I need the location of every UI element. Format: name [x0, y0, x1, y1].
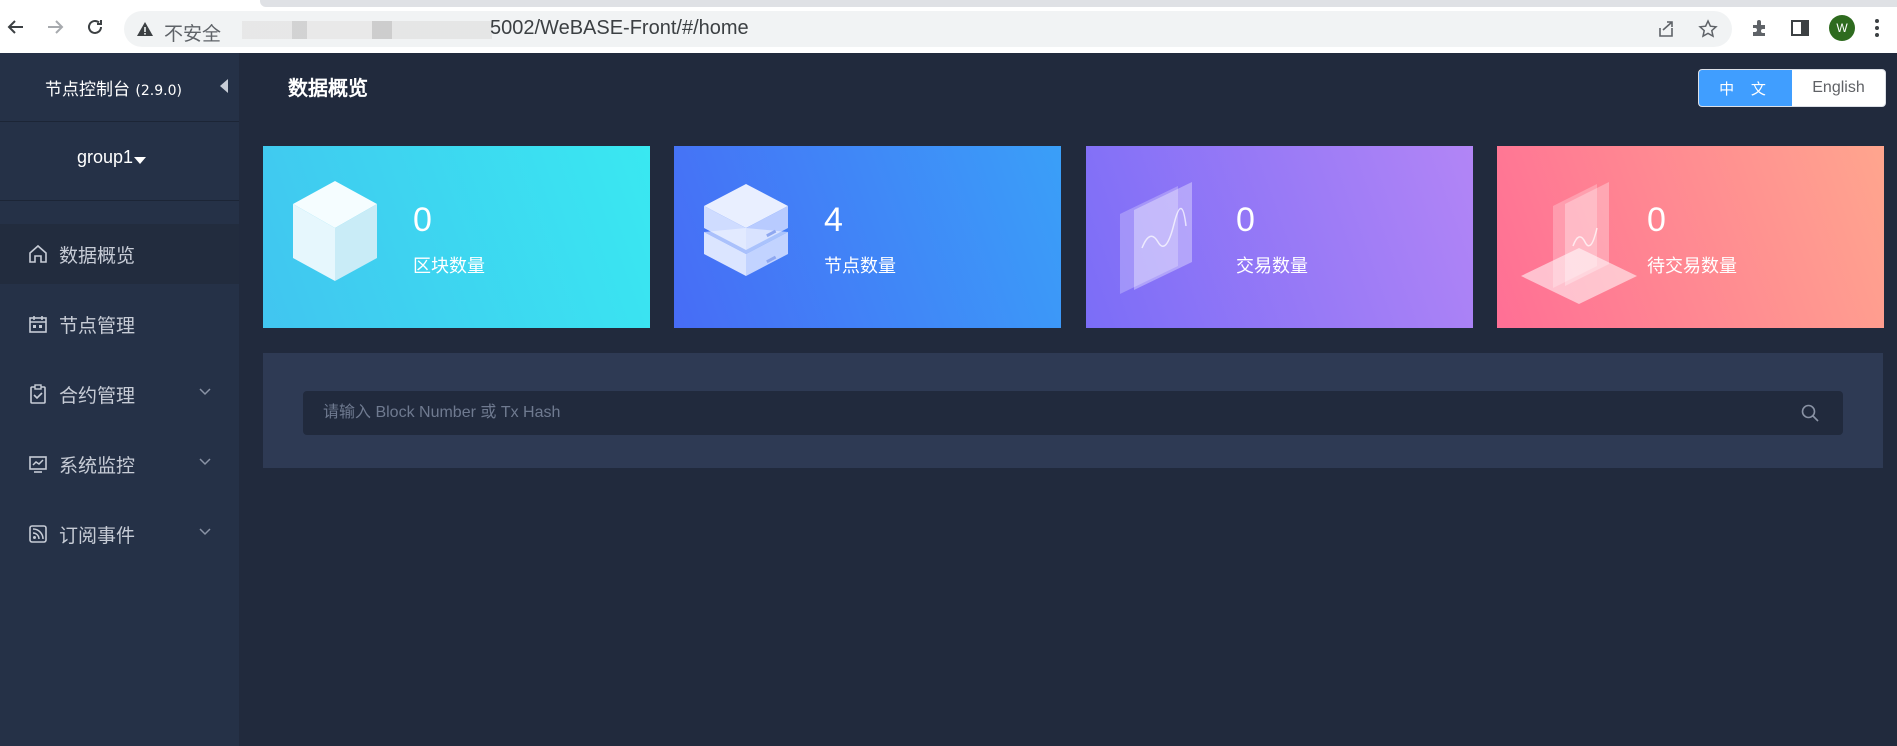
calendar-icon — [29, 316, 47, 333]
stat-card-transactions[interactable]: 0 交易数量 — [1086, 146, 1473, 328]
reload-button[interactable] — [82, 14, 108, 40]
stat-value: 0 — [1647, 201, 1666, 239]
stat-card-nodes[interactable]: 4 节点数量 — [674, 146, 1061, 328]
laptop-icon — [1521, 182, 1637, 304]
rss-icon — [29, 525, 47, 543]
star-icon[interactable] — [1698, 19, 1718, 39]
share-icon[interactable] — [1656, 19, 1676, 39]
lang-en-button[interactable]: English — [1792, 70, 1885, 106]
profile-avatar[interactable]: W — [1829, 15, 1855, 41]
sidebar-item-contracts[interactable]: 合约管理 — [0, 364, 239, 424]
stat-value: 0 — [413, 201, 432, 239]
sidebar-brand: 节点控制台 (2.9.0) — [0, 53, 239, 122]
sidebar: 节点控制台 (2.9.0) group1 数据概览 节点管理 合约管理 系统监控… — [0, 53, 239, 746]
stat-label: 待交易数量 — [1647, 256, 1737, 277]
arrow-right-icon — [48, 20, 64, 34]
search-panel — [263, 353, 1883, 468]
lang-zh-button[interactable]: 中 文 — [1699, 70, 1792, 106]
monitor-chart-icon — [29, 456, 47, 473]
chevron-down-icon — [199, 388, 211, 396]
arrow-left-icon — [7, 20, 23, 34]
stat-card-blocks[interactable]: 0 区块数量 — [263, 146, 650, 328]
clipboard-check-icon — [30, 384, 46, 404]
brand-name: 节点控制台 — [45, 80, 130, 100]
search-icon[interactable] — [1800, 403, 1820, 423]
stat-value: 4 — [824, 201, 843, 239]
sidebar-item-label: 数据概览 — [59, 245, 136, 267]
stat-label: 区块数量 — [413, 256, 485, 277]
sidebar-item-label: 订阅事件 — [59, 525, 136, 547]
forward-button[interactable] — [42, 14, 68, 40]
menu-dots-icon[interactable] — [1873, 18, 1881, 38]
cube-icon — [293, 181, 377, 281]
url-text: 5002/WeBASE-Front/#/home — [490, 17, 749, 39]
search-input[interactable] — [303, 391, 1843, 435]
stat-label: 节点数量 — [824, 256, 896, 277]
insecure-label: 不安全 — [164, 23, 222, 45]
chart-panel-icon — [1120, 182, 1192, 294]
sidebar-item-label: 系统监控 — [59, 455, 136, 477]
stat-value: 0 — [1236, 201, 1255, 239]
collapse-sidebar-icon[interactable] — [219, 78, 229, 94]
brand-title: 节点控制台 (2.9.0) — [45, 75, 182, 100]
browser-toolbar: 不安全 5002/WeBASE-Front/#/home W — [0, 0, 1897, 53]
reload-icon — [88, 19, 102, 34]
address-bar[interactable]: 不安全 5002/WeBASE-Front/#/home — [124, 11, 1732, 47]
warning-icon — [137, 22, 153, 36]
chevron-down-icon — [199, 528, 211, 536]
sidebar-item-events[interactable]: 订阅事件 — [0, 504, 239, 564]
tab-strip-edge — [260, 0, 1897, 7]
stat-label: 交易数量 — [1236, 256, 1308, 277]
caret-down-icon — [134, 157, 146, 164]
extensions-icon[interactable] — [1750, 18, 1770, 38]
sidebar-item-label: 节点管理 — [59, 315, 136, 337]
sidebar-item-label: 合约管理 — [59, 385, 136, 407]
page-title: 数据概览 — [288, 76, 368, 100]
home-icon — [29, 244, 47, 263]
group-selector[interactable]: group1 — [0, 122, 239, 201]
redacted-host — [242, 21, 492, 39]
language-switch: 中 文 English — [1698, 69, 1886, 107]
chevron-down-icon — [199, 458, 211, 466]
stat-card-pending[interactable]: 0 待交易数量 — [1497, 146, 1884, 328]
sidebar-item-nodes[interactable]: 节点管理 — [0, 294, 239, 354]
group-label: group1 — [77, 147, 134, 167]
back-button[interactable] — [3, 14, 29, 40]
server-icon — [704, 184, 788, 276]
side-panel-icon[interactable] — [1790, 18, 1810, 38]
sidebar-item-overview[interactable]: 数据概览 — [0, 224, 239, 284]
sidebar-item-monitor[interactable]: 系统监控 — [0, 434, 239, 494]
brand-version: (2.9.0) — [135, 83, 182, 99]
